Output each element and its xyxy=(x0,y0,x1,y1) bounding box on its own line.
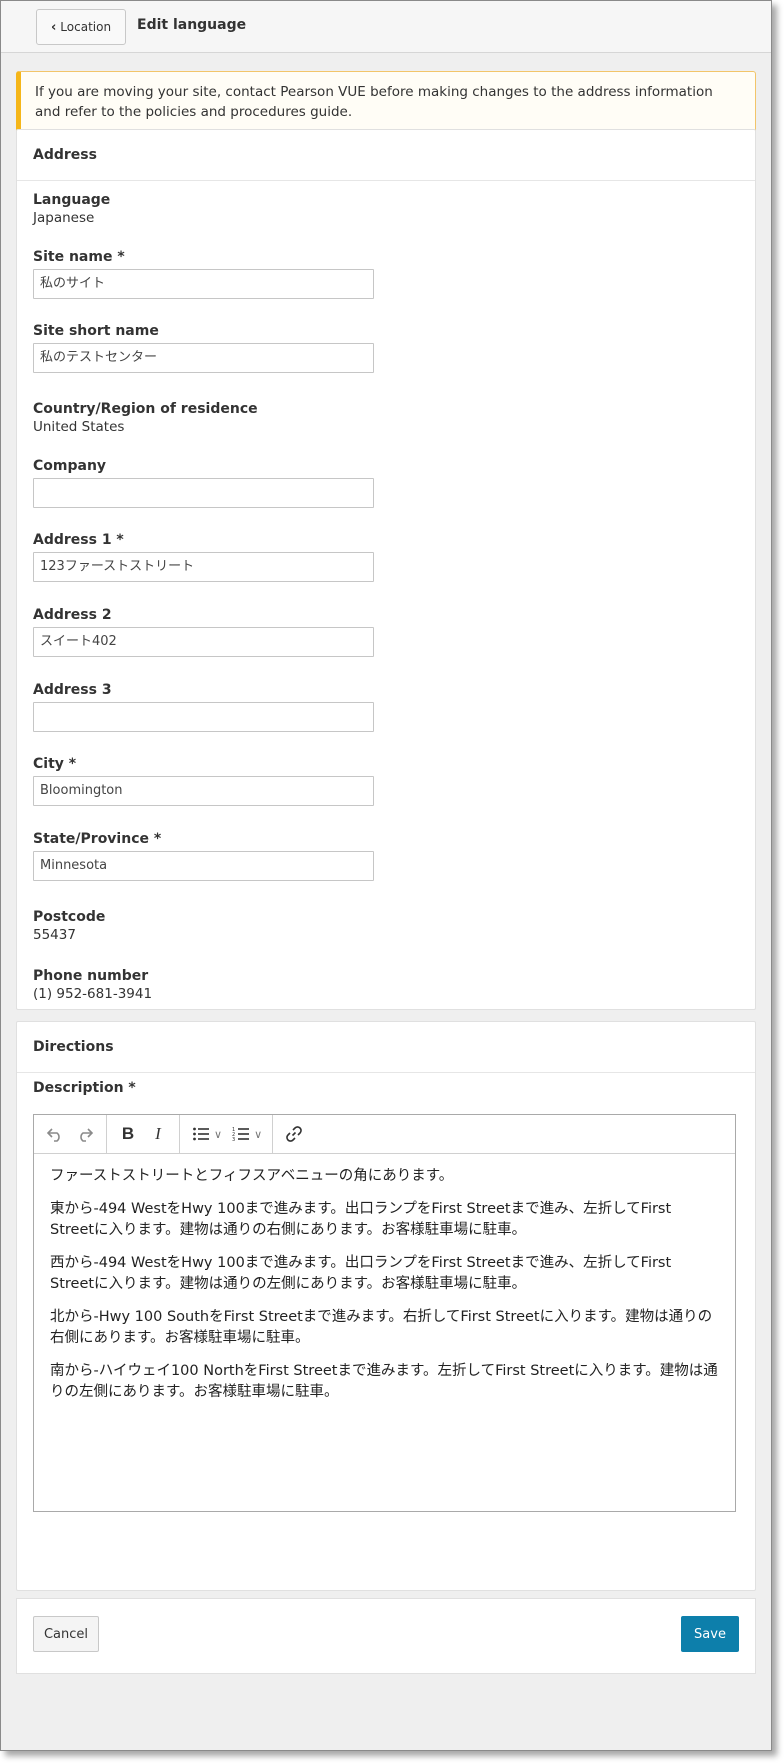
postcode-value: 55437 xyxy=(33,927,76,943)
address3-label: Address 3 xyxy=(33,682,112,698)
directions-heading: Directions xyxy=(17,1022,755,1073)
address2-input[interactable]: スイート402 xyxy=(33,627,374,657)
phone-label: Phone number xyxy=(33,968,149,984)
company-label: Company xyxy=(33,458,107,474)
save-button[interactable]: Save xyxy=(681,1616,739,1652)
address2-label: Address 2 xyxy=(33,607,112,623)
paragraph: ファーストストリートとフィフスアベニューの角にあります。 xyxy=(50,1168,454,1184)
paragraph: 北から-Hwy 100 SouthをFirst Streetまで進みます。右折し… xyxy=(50,1309,713,1346)
address-card: Address Language Japanese Site name * 私の… xyxy=(16,129,756,1010)
back-button-label: Location xyxy=(60,20,112,34)
svg-text:3: 3 xyxy=(232,1137,235,1142)
history-group xyxy=(34,1115,107,1153)
italic-icon[interactable]: I xyxy=(143,1119,173,1149)
format-group: B I xyxy=(107,1115,180,1153)
language-label: Language xyxy=(33,192,111,208)
address1-label: Address 1 * xyxy=(33,532,124,548)
chevron-left-icon: ‹ xyxy=(50,19,57,35)
state-label: State/Province * xyxy=(33,831,162,847)
undo-icon[interactable] xyxy=(40,1119,70,1149)
site-name-input[interactable]: 私のサイト xyxy=(33,269,374,299)
link-group xyxy=(273,1115,315,1153)
paragraph: 西から-494 WestをHwy 100まで進みます。出口ランプをFirst S… xyxy=(50,1255,672,1292)
phone-value: (1) 952-681-3941 xyxy=(33,986,153,1002)
address-heading: Address xyxy=(17,130,755,181)
directions-card: Directions Description * B I ∨ 1 2 3 ∨ フ… xyxy=(16,1021,756,1591)
rich-text-editor[interactable]: B I ∨ 123 ∨ ファーストストリートとフィフスアベニューの角にあります。… xyxy=(33,1114,736,1512)
country-label: Country/Region of residence xyxy=(33,401,258,417)
warning-alert: If you are moving your site, contact Pea… xyxy=(16,71,756,133)
company-input[interactable] xyxy=(33,478,374,508)
alert-text: If you are moving your site, contact Pea… xyxy=(35,84,713,120)
paragraph: 東から-494 WestをHwy 100まで進みます。出口ランプをFirst S… xyxy=(50,1201,672,1238)
site-name-label: Site name * xyxy=(33,249,125,265)
site-short-name-input[interactable]: 私のテストセンター xyxy=(33,343,374,373)
site-short-name-label: Site short name xyxy=(33,323,159,339)
city-label: City * xyxy=(33,756,77,772)
list-group: ∨ 123 ∨ xyxy=(180,1115,274,1153)
editor-content[interactable]: ファーストストリートとフィフスアベニューの角にあります。 東から-494 Wes… xyxy=(34,1154,735,1403)
chevron-down-icon[interactable]: ∨ xyxy=(214,1128,222,1141)
cancel-button[interactable]: Cancel xyxy=(33,1616,99,1652)
redo-icon[interactable] xyxy=(70,1119,100,1149)
top-bar: ‹ Location Edit language xyxy=(1,1,771,53)
app-window: ‹ Location Edit language If you are movi… xyxy=(0,0,772,1751)
city-input[interactable]: Bloomington xyxy=(33,776,374,806)
paragraph: 南から-ハイウェイ100 NorthをFirst Streetまで進みます。左折… xyxy=(50,1363,718,1400)
editor-toolbar: B I ∨ 123 ∨ xyxy=(34,1115,735,1154)
numbered-list-icon[interactable]: 123 xyxy=(226,1119,256,1149)
link-icon[interactable] xyxy=(279,1119,309,1149)
postcode-label: Postcode xyxy=(33,909,106,925)
address1-input[interactable]: 123ファーストストリート xyxy=(33,552,374,582)
bold-icon[interactable]: B xyxy=(113,1119,143,1149)
state-input[interactable]: Minnesota xyxy=(33,851,374,881)
page-title: Edit language xyxy=(137,17,247,33)
bullet-list-icon[interactable] xyxy=(186,1119,216,1149)
address3-input[interactable] xyxy=(33,702,374,732)
chevron-down-icon[interactable]: ∨ xyxy=(254,1128,262,1141)
back-button[interactable]: ‹ Location xyxy=(36,9,126,45)
country-value: United States xyxy=(33,419,125,435)
action-bar: Cancel Save xyxy=(16,1598,756,1674)
description-label: Description * xyxy=(33,1080,136,1096)
language-value: Japanese xyxy=(33,210,95,226)
